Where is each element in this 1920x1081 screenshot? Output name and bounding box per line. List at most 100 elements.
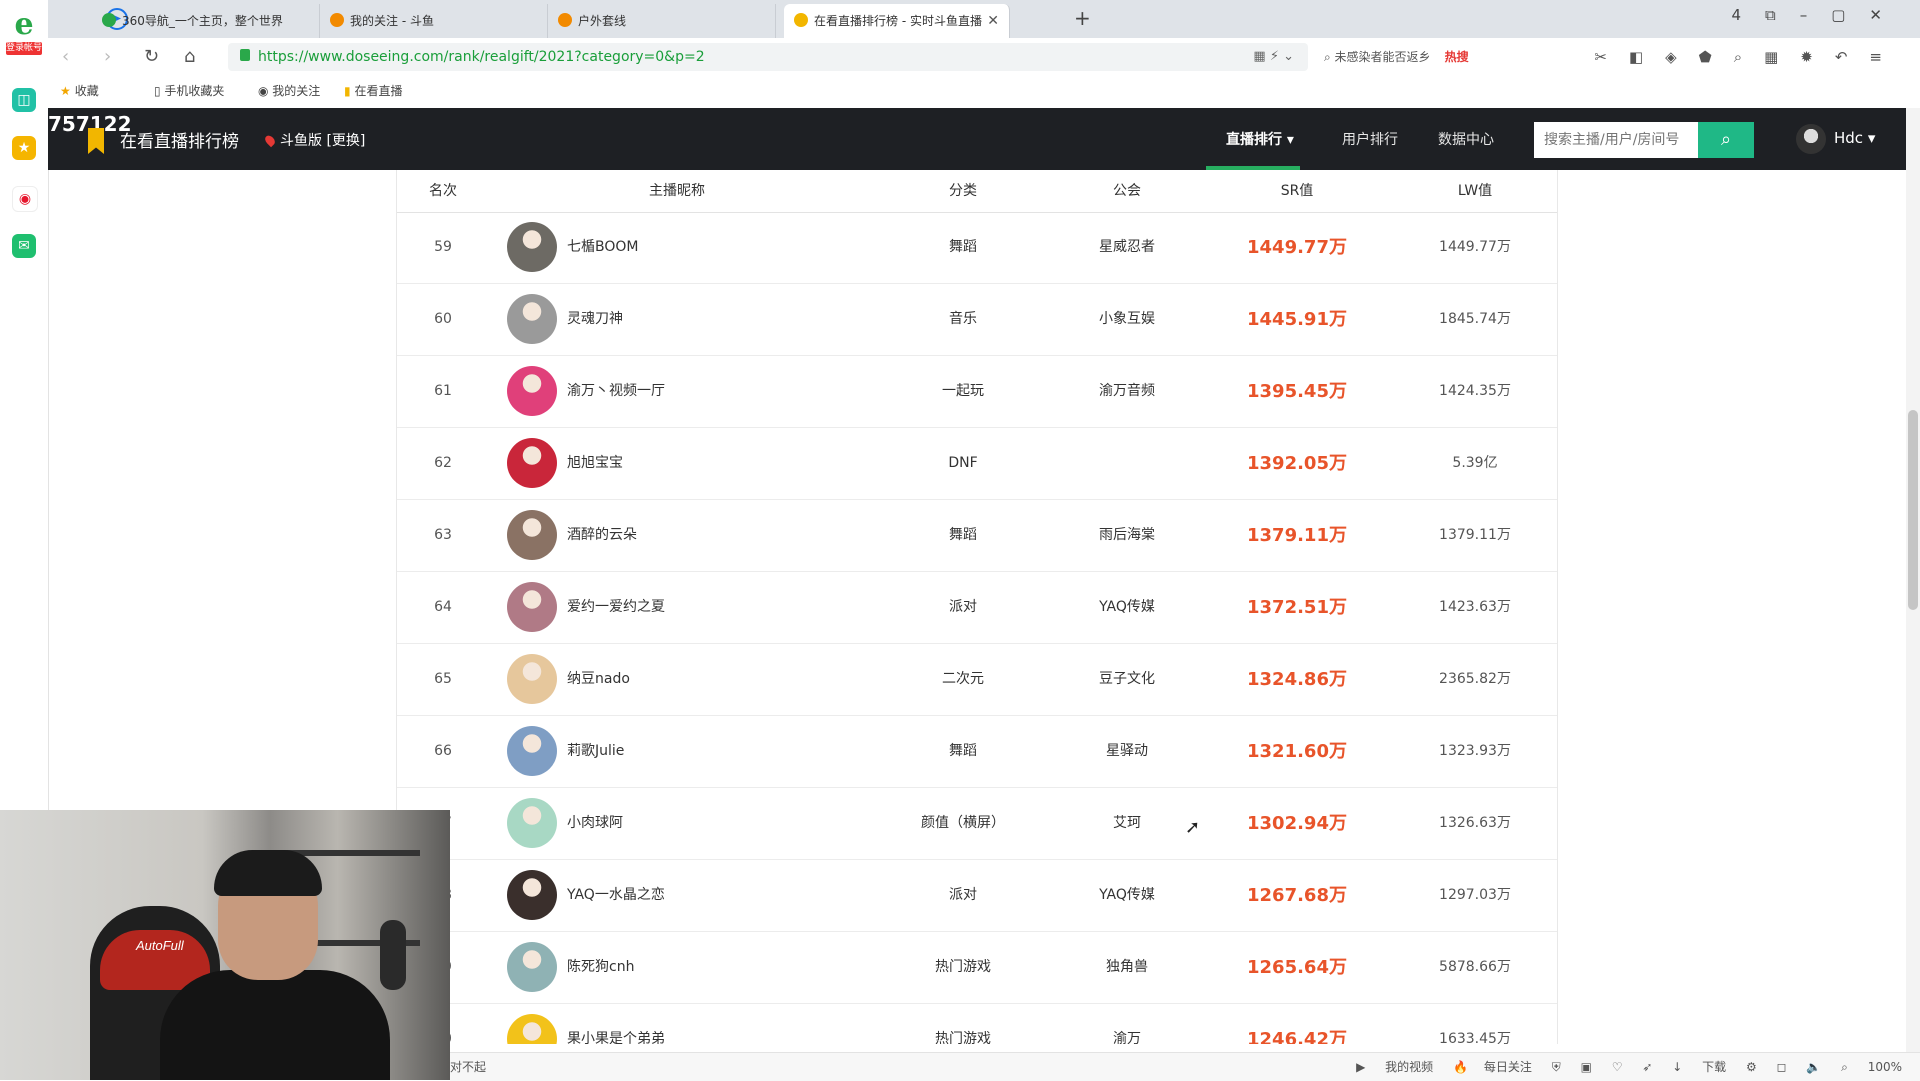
bookmark-logo-icon[interactable] xyxy=(88,128,104,154)
weibo-icon[interactable]: ◉ xyxy=(12,186,38,212)
tab-favicon-icon xyxy=(794,13,808,27)
table-row[interactable]: 59 七楯BOOM 舞蹈 星威忍者 1449.77万 1449.77万 xyxy=(397,212,1557,284)
table-row[interactable]: 66 莉歌Julie 舞蹈 星驿动 1321.60万 1323.93万 xyxy=(397,716,1557,788)
heart-icon[interactable]: ♡ xyxy=(1612,1060,1623,1074)
nav-user-ranking[interactable]: 用户排行 xyxy=(1342,129,1398,149)
url-input[interactable]: https://www.doseeing.com/rank/realgift/2… xyxy=(228,43,1308,71)
tab-title: 我的关注 - 斗鱼 xyxy=(350,14,434,28)
toolbar-icons[interactable]: ✂◧◈⬟⌕▦✹↶≡ xyxy=(1594,38,1904,76)
streamer-name-link[interactable]: 渝万丶视频一厅 xyxy=(567,356,827,427)
table-row[interactable]: 68YAQ一水晶之恋派对YAQ传媒1267.68万1297.03万 xyxy=(397,860,1557,932)
streamer-name-link[interactable]: 灵魂刀神 xyxy=(567,284,827,355)
login-tag[interactable]: 登录帐号 xyxy=(6,42,42,55)
tab-favicon-icon xyxy=(558,13,572,27)
image-icon[interactable]: ▣ xyxy=(1581,1060,1592,1074)
settings-icon[interactable]: ⚙ xyxy=(1746,1060,1757,1074)
window-controls[interactable]: 4⧉–▢✕ xyxy=(1732,6,1907,24)
bookmark-follow[interactable]: ◉ 我的关注 xyxy=(258,76,320,106)
table-row[interactable]: 70果小果是个弟弟热门游戏渝万1246.42万1633.45万 xyxy=(397,1004,1557,1044)
streamer-name-link[interactable]: 小肉球阿 xyxy=(567,788,827,859)
streamer-name-link[interactable]: 七楯BOOM xyxy=(567,212,827,283)
download-button[interactable]: ↓ 下载 xyxy=(1672,1060,1726,1074)
my-video-button[interactable]: ▶ 我的视频 xyxy=(1356,1060,1433,1074)
browser-e-icon: e xyxy=(14,7,34,42)
bookmark-favorites[interactable]: ★ 收藏 xyxy=(60,76,99,106)
avatar[interactable] xyxy=(507,942,557,992)
zoom-level[interactable]: ⌕ 100% xyxy=(1841,1060,1902,1074)
streamer-name-link[interactable]: 陈死狗cnh xyxy=(567,932,827,1003)
search-button[interactable]: ⌕ xyxy=(1698,122,1754,158)
nav-data-center[interactable]: 数据中心 xyxy=(1438,129,1494,149)
shield-icon[interactable]: ⛨ xyxy=(1552,1060,1561,1074)
search-input[interactable] xyxy=(1534,122,1698,158)
avatar[interactable] xyxy=(507,726,557,776)
table-row[interactable]: 63 酒醉的云朵 舞蹈 雨后海棠 1379.11万 1379.11万 xyxy=(397,500,1557,572)
sr-value-cell: 1302.94万 xyxy=(1247,813,1347,834)
mail-icon[interactable]: ✉ xyxy=(12,234,36,258)
lw-value-cell: 1297.03万 xyxy=(1439,887,1511,903)
table-row[interactable]: 61 渝万丶视频一厅 一起玩 渝万音频 1395.45万 1424.35万 xyxy=(397,356,1557,428)
streamer-name-link[interactable]: 爱约一爱约之夏 xyxy=(567,572,827,643)
volume-icon[interactable]: 🔈 xyxy=(1806,1060,1821,1074)
table-row[interactable]: 60 灵魂刀神 音乐 小象互娱 1445.91万 1845.74万 xyxy=(397,284,1557,356)
table-row[interactable]: 64 爱约一爱约之夏 派对 YAQ传媒 1372.51万 1423.63万 xyxy=(397,572,1557,644)
avatar[interactable] xyxy=(507,582,557,632)
close-tab-icon[interactable]: ✕ xyxy=(987,4,999,38)
window-icon[interactable]: ◻ xyxy=(1777,1060,1787,1074)
avatar[interactable] xyxy=(507,870,557,920)
avatar[interactable] xyxy=(507,798,557,848)
lock-icon xyxy=(240,49,250,61)
forward-icon[interactable]: › xyxy=(104,46,111,67)
rank-cell: 60 xyxy=(434,311,452,327)
search-hint-text[interactable]: 未感染者能否返乡 xyxy=(1335,50,1431,64)
tab-douyu-follow[interactable]: 我的关注 - 斗鱼 xyxy=(320,4,548,38)
url-text[interactable]: https://www.doseeing.com/rank/realgift/2… xyxy=(258,43,705,71)
avatar[interactable] xyxy=(507,438,557,488)
streamer-name-link[interactable]: YAQ一水晶之恋 xyxy=(567,860,827,931)
daily-follow-button[interactable]: 🔥 每日关注 xyxy=(1453,1060,1532,1074)
region-switch[interactable]: 斗鱼版 [更换] xyxy=(263,130,365,150)
hot-search-badge[interactable]: 热搜 xyxy=(1445,50,1469,64)
page-scrollbar[interactable] xyxy=(1906,108,1920,1052)
table-row[interactable]: 69陈死狗cnh热门游戏独角兽1265.64万5878.66万 xyxy=(397,932,1557,1004)
mouse-cursor-icon: ➚ xyxy=(1185,817,1201,838)
streamer-name-link[interactable]: 果小果是个弟弟 xyxy=(567,1004,827,1044)
table-row[interactable]: 67小肉球阿颜值（横屏）艾珂1302.94万1326.63万 xyxy=(397,788,1557,860)
tab-360[interactable]: 360导航_一个主页，整个世界 xyxy=(92,4,320,38)
table-row[interactable]: 65 纳豆nado 二次元 豆子文化 1324.86万 2365.82万 xyxy=(397,644,1557,716)
lw-value-cell: 2365.82万 xyxy=(1439,671,1511,687)
reload-icon[interactable]: ↻ xyxy=(144,46,159,67)
webcam-microphone xyxy=(380,920,406,990)
bookmark-mobile[interactable]: ▯ 手机收藏夹 xyxy=(154,76,224,106)
back-icon[interactable]: ‹ xyxy=(62,46,69,67)
avatar[interactable] xyxy=(507,222,557,272)
user-menu[interactable]: Hdc ▾ xyxy=(1834,129,1875,147)
streamer-name-link[interactable]: 莉歌Julie xyxy=(567,716,827,787)
streamer-name-link[interactable]: 酒醉的云朵 xyxy=(567,500,827,571)
bookmark-zaikan[interactable]: ▮ 在看直播 xyxy=(344,76,402,106)
sr-value-cell: 1265.64万 xyxy=(1247,957,1347,978)
avatar[interactable] xyxy=(507,510,557,560)
avatar[interactable] xyxy=(507,294,557,344)
streamer-name-link[interactable]: 旭旭宝宝 xyxy=(567,428,827,499)
tab-ranking[interactable]: 在看直播排行榜 - 实时斗鱼直播 ✕ xyxy=(784,4,1010,38)
table-row[interactable]: 62 旭旭宝宝 DNF 1392.05万 5.39亿 xyxy=(397,428,1557,500)
search-hint[interactable]: ⌕ 未感染者能否返乡 热搜 xyxy=(1324,38,1469,76)
avatar[interactable] xyxy=(507,366,557,416)
favorites-icon[interactable]: ★ xyxy=(12,136,36,160)
nav-live-ranking[interactable]: 直播排行 ▾ xyxy=(1226,129,1294,149)
home-icon[interactable]: ⌂ xyxy=(184,46,195,67)
translate-icon[interactable]: ◫ xyxy=(12,88,36,112)
tab-outdoor[interactable]: 户外套线 xyxy=(548,4,776,38)
avatar[interactable] xyxy=(507,1014,557,1044)
new-tab-button[interactable]: + xyxy=(1074,6,1091,30)
avatar[interactable] xyxy=(507,654,557,704)
avatar[interactable] xyxy=(1796,124,1826,154)
tab-count-badge[interactable]: 4 xyxy=(1732,6,1766,24)
streamer-name-link[interactable]: 纳豆nado xyxy=(567,644,827,715)
url-tools-icon[interactable]: ▦ ⚡ ⌄ xyxy=(1253,43,1294,71)
rocket-icon[interactable]: ➶ xyxy=(1642,1060,1652,1074)
site-title[interactable]: 在看直播排行榜 xyxy=(120,127,239,152)
browser-logo[interactable]: e 登录帐号 xyxy=(6,8,42,58)
scrollbar-thumb[interactable] xyxy=(1908,410,1918,610)
